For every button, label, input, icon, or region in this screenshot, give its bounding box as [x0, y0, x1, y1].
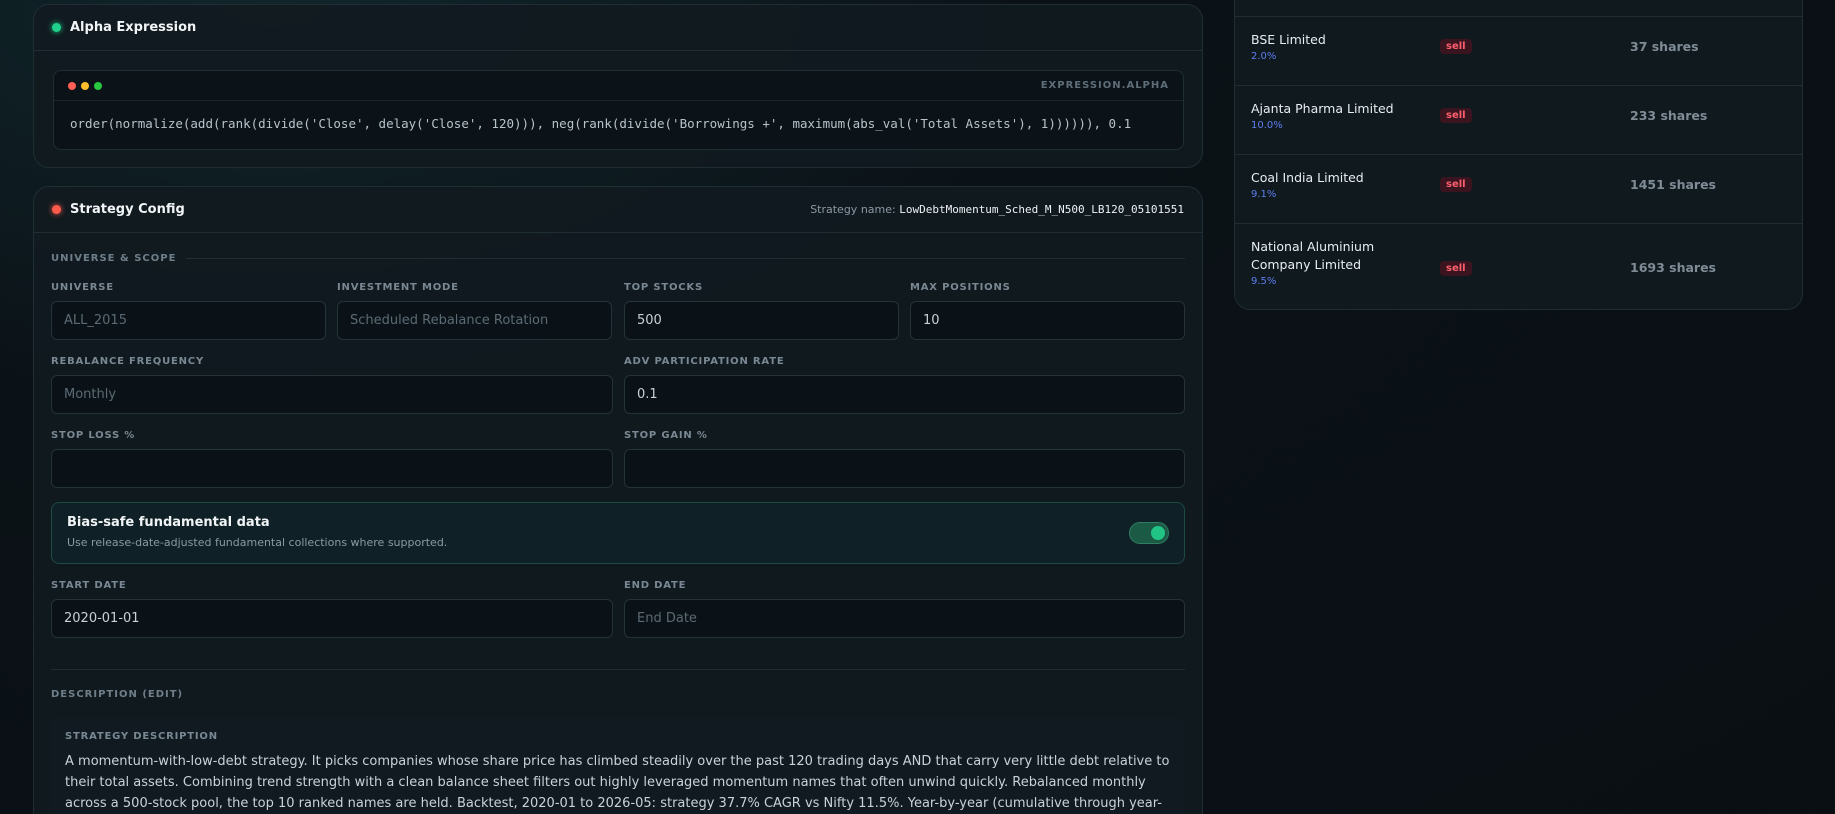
universe-label: UNIVERSE: [51, 282, 114, 293]
status-dot-icon: [52, 205, 61, 214]
company-name: National Aluminium Company Limited: [1251, 239, 1375, 272]
window-minimize-dot-icon: [81, 81, 89, 90]
bias-safe-toggle[interactable]: [1129, 522, 1169, 544]
end-date-input[interactable]: End Date: [624, 599, 1185, 638]
trades-panel: BSE Limited 2.0% sell 37 shares Ajanta P…: [1234, 0, 1803, 310]
strategy-description-text[interactable]: A momentum-with-low-debt strategy. It pi…: [65, 751, 1171, 814]
end-date-label: END DATE: [624, 580, 687, 591]
action-badge: sell: [1440, 39, 1472, 54]
bias-safe-description: Use release-date-adjusted fundamental co…: [67, 536, 448, 549]
max-positions-input[interactable]: 10: [910, 301, 1185, 340]
alpha-header: Alpha Expression: [34, 5, 1202, 51]
company-name: BSE Limited: [1251, 32, 1326, 47]
top-stocks-label: TOP STOCKS: [624, 282, 703, 293]
shares-count: 1451 shares: [1630, 177, 1716, 192]
weight-percent: 2.0%: [1251, 51, 1277, 62]
company-cell: Ajanta Pharma Limited 10.0%: [1251, 100, 1411, 133]
stop-loss-input[interactable]: [51, 449, 613, 488]
shares-count: 1693 shares: [1630, 260, 1716, 275]
code-editor-bar: EXPRESSION.ALPHA: [54, 71, 1183, 101]
company-cell: Coal India Limited 9.1%: [1251, 169, 1411, 202]
bias-safe-card: Bias-safe fundamental data Use release-d…: [51, 502, 1185, 564]
code-editor[interactable]: EXPRESSION.ALPHA order(normalize(add(ran…: [53, 70, 1184, 150]
stop-gain-label: STOP GAIN %: [624, 430, 708, 441]
strategy-name-label: Strategy name:: [810, 203, 896, 216]
action-badge: sell: [1440, 177, 1472, 192]
section-description-label: DESCRIPTION (EDIT): [51, 689, 184, 700]
config-header: Strategy Config Strategy name: LowDebtMo…: [34, 187, 1202, 233]
strategy-description-editor[interactable]: STRATEGY DESCRIPTION A momentum-with-low…: [51, 717, 1185, 814]
weight-percent: 10.0%: [1251, 120, 1283, 131]
rebalance-frequency-field[interactable]: Monthly: [51, 375, 613, 414]
investment-mode-label: INVESTMENT MODE: [337, 282, 459, 293]
company-name: Ajanta Pharma Limited: [1251, 101, 1394, 116]
section-universe: UNIVERSE & SCOPE: [51, 253, 1185, 264]
divider: [51, 669, 1185, 670]
start-date-label: START DATE: [51, 580, 127, 591]
section-divider: [186, 258, 1185, 259]
toggle-knob: [1151, 526, 1165, 540]
strategy-name-value: LowDebtMomentum_Sched_M_N500_LB120_05101…: [899, 203, 1184, 216]
adv-participation-label: ADV PARTICIPATION RATE: [624, 356, 785, 367]
config-title: Strategy Config: [70, 202, 185, 217]
action-badge: sell: [1440, 261, 1472, 276]
table-row[interactable]: National Aluminium Company Limited 9.5% …: [1235, 223, 1802, 311]
table-row[interactable]: Ajanta Pharma Limited 10.0% sell 233 sha…: [1235, 85, 1802, 154]
adv-participation-input[interactable]: 0.1: [624, 375, 1185, 414]
window-close-dot-icon: [68, 81, 76, 90]
shares-count: 37 shares: [1630, 39, 1699, 54]
weight-percent: 9.1%: [1251, 189, 1277, 200]
top-stocks-input[interactable]: 500: [624, 301, 899, 340]
shares-count: 233 shares: [1630, 108, 1708, 123]
alpha-expression-code[interactable]: order(normalize(add(rank(divide('Close',…: [54, 101, 1183, 146]
investment-mode-field[interactable]: Scheduled Rebalance Rotation: [337, 301, 612, 340]
table-row[interactable]: BSE Limited 2.0% sell 37 shares: [1235, 16, 1802, 85]
start-date-input[interactable]: 2020-01-01: [51, 599, 613, 638]
strategy-name: Strategy name: LowDebtMomentum_Sched_M_N…: [810, 203, 1184, 216]
bias-safe-title: Bias-safe fundamental data: [67, 515, 270, 530]
company-cell: BSE Limited 2.0%: [1251, 31, 1411, 64]
company-name: Coal India Limited: [1251, 170, 1364, 185]
strategy-description-label: STRATEGY DESCRIPTION: [65, 731, 218, 742]
section-description: DESCRIPTION (EDIT): [51, 689, 1185, 700]
table-row[interactable]: Coal India Limited 9.1% sell 1451 shares: [1235, 154, 1802, 223]
weight-percent: 9.5%: [1251, 276, 1277, 287]
max-positions-label: MAX POSITIONS: [910, 282, 1011, 293]
strategy-config-panel: Strategy Config Strategy name: LowDebtMo…: [33, 186, 1203, 814]
company-cell: National Aluminium Company Limited 9.5%: [1251, 238, 1411, 289]
alpha-title: Alpha Expression: [70, 20, 197, 35]
action-badge: sell: [1440, 108, 1472, 123]
universe-field[interactable]: ALL_2015: [51, 301, 326, 340]
alpha-expression-panel: Alpha Expression EXPRESSION.ALPHA order(…: [33, 4, 1203, 168]
code-file-label: EXPRESSION.ALPHA: [1040, 80, 1169, 91]
window-maximize-dot-icon: [94, 81, 102, 90]
section-universe-label: UNIVERSE & SCOPE: [51, 253, 177, 264]
stop-loss-label: STOP LOSS %: [51, 430, 136, 441]
stop-gain-input[interactable]: [624, 449, 1185, 488]
rebalance-frequency-label: REBALANCE FREQUENCY: [51, 356, 204, 367]
status-dot-icon: [52, 23, 61, 32]
